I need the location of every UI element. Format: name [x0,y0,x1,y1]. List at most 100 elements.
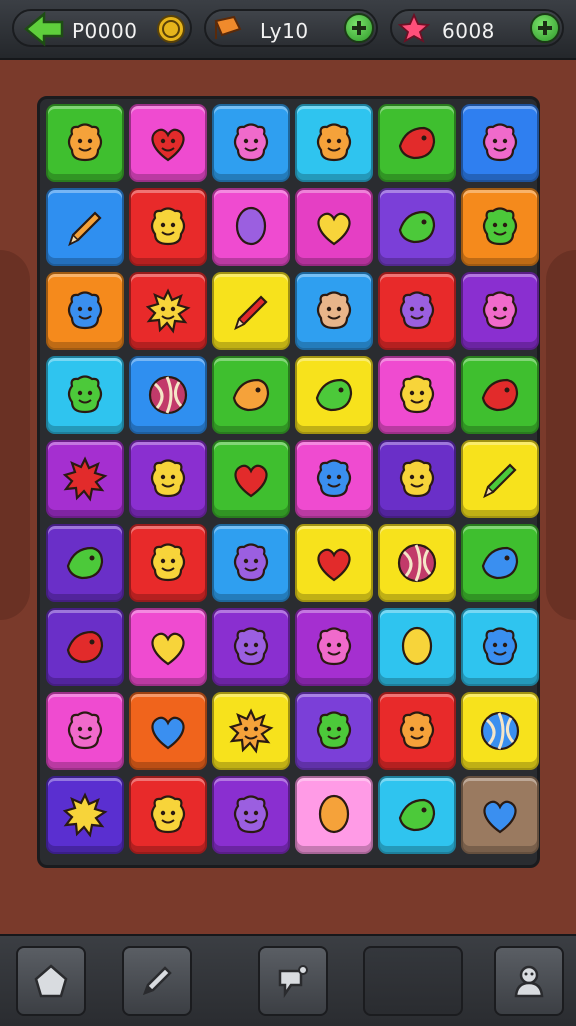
pencil-button[interactable] [122,946,192,1016]
tile-green-spinning-top[interactable] [295,356,373,434]
red-pencil-icon [234,295,268,331]
purple-balloon-icon [235,206,267,246]
red-heart-face-icon [151,128,185,162]
tile-pink-flower-face[interactable] [461,104,539,182]
tile-striped-ball[interactable] [129,356,207,434]
tile-red-apple[interactable] [378,104,456,182]
tile-blue-heart[interactable] [129,692,207,770]
tile-yellow-bear-face[interactable] [129,776,207,854]
pink-cat-face-icon [482,291,518,330]
tile-red-heart[interactable] [212,440,290,518]
tile-red-shell[interactable] [46,608,124,686]
red-shell-icon [66,630,104,664]
tile-yellow-smile-face[interactable] [129,188,207,266]
tile-pencil[interactable] [46,188,124,266]
orange-blob-face-icon [67,123,103,162]
red-sun-icon [62,456,108,502]
purple-blob-face-icon [233,543,269,582]
purple-fruit-face-icon [399,291,435,330]
top-hud: P0000 Ly10 6008 [0,0,576,60]
striped-ball-icon [397,543,437,583]
tile-blue-lollipop[interactable] [461,692,539,770]
tile-yellow-sun[interactable] [46,776,124,854]
striped-ball-icon [148,375,188,415]
tile-orange-sun-face[interactable] [212,692,290,770]
tile-orange-fish[interactable] [212,356,290,434]
yellow-sun-icon [62,792,108,838]
tile-pink-blob-face[interactable] [212,104,290,182]
empty-slot [363,946,463,1016]
tile-orange-blob-face[interactable] [46,104,124,182]
tile-green-fruit-face[interactable] [295,692,373,770]
yellow-smile-face-icon [399,375,435,414]
add-level-button[interactable] [344,13,374,43]
tile-green-leaf[interactable] [46,524,124,602]
tile-blue-flower-face[interactable] [295,440,373,518]
right-decoration [546,250,576,620]
tile-orange-bear-face[interactable] [378,692,456,770]
tan-bear-face-icon [316,291,352,330]
tile-tan-bear-face[interactable] [295,272,373,350]
tile-red-bird[interactable] [461,356,539,434]
tile-pink-blob-face[interactable] [46,692,124,770]
tile-striped-ball[interactable] [378,524,456,602]
coins-counter: P0000 [12,9,192,47]
tile-yellow-sun-face[interactable] [129,272,207,350]
tile-pink-flower-face[interactable] [295,608,373,686]
home-button[interactable] [16,946,86,1016]
game-board [37,96,540,868]
tile-purple-blob-face[interactable] [212,608,290,686]
red-bird-icon [481,378,519,412]
purple-fruit-face-icon [233,795,269,834]
add-stars-button[interactable] [530,13,560,43]
tile-yellow-smile-face[interactable] [378,356,456,434]
tile-green-pencil[interactable] [461,440,539,518]
coins-value: P0000 [72,19,138,43]
tile-orange-egg[interactable] [295,776,373,854]
tile-red-heart-arrow[interactable] [295,524,373,602]
tile-blue-drop-face[interactable] [46,272,124,350]
tile-red-pencil[interactable] [212,272,290,350]
tile-red-sun[interactable] [46,440,124,518]
orange-bear-face-icon [399,711,435,750]
tile-red-heart-face[interactable] [129,104,207,182]
gold-coin-icon [157,15,185,43]
tile-green-bird[interactable] [378,776,456,854]
tile-yellow-ghost-face[interactable] [129,440,207,518]
yellow-heart-bow-icon [317,212,351,246]
green-spinning-top-icon [315,378,353,412]
house-shape-icon [34,964,68,998]
level-value: Ly10 [260,19,309,43]
yellow-bear-face-icon [399,459,435,498]
tile-yellow-bear-face[interactable] [129,524,207,602]
tile-purple-fruit-face[interactable] [378,272,456,350]
tile-purple-fruit-face[interactable] [212,776,290,854]
purple-blob-face-icon [233,627,269,666]
tile-blue-heart-arrow[interactable] [461,776,539,854]
tile-yellow-heart-bow[interactable] [295,188,373,266]
tile-green-smile-face[interactable] [46,356,124,434]
chat-button[interactable] [258,946,328,1016]
character-button[interactable] [494,946,564,1016]
blue-flower-face-icon [316,459,352,498]
tile-blue-cat-face[interactable] [461,608,539,686]
pink-flower-face-icon [482,123,518,162]
blue-cat-face-icon [482,627,518,666]
green-pencil-icon [483,463,517,499]
green-smile-face-icon [67,375,103,414]
tile-yellow-heart[interactable] [129,608,207,686]
green-leaf-icon [66,546,104,580]
yellow-heart-icon [151,632,185,666]
tile-purple-balloon[interactable] [212,188,290,266]
tile-green-flower-face[interactable] [461,188,539,266]
tile-yellow-egg[interactable] [378,608,456,686]
tile-pink-cat-face[interactable] [461,272,539,350]
level-counter: Ly10 [204,9,378,47]
pencil-icon [68,211,102,247]
tile-green-bird[interactable] [378,188,456,266]
stars-counter: 6008 [390,9,564,47]
tile-purple-blob-face[interactable] [212,524,290,602]
tile-blue-bird[interactable] [461,524,539,602]
tile-yellow-bear-face[interactable] [378,440,456,518]
tile-orange-bear-face[interactable] [295,104,373,182]
